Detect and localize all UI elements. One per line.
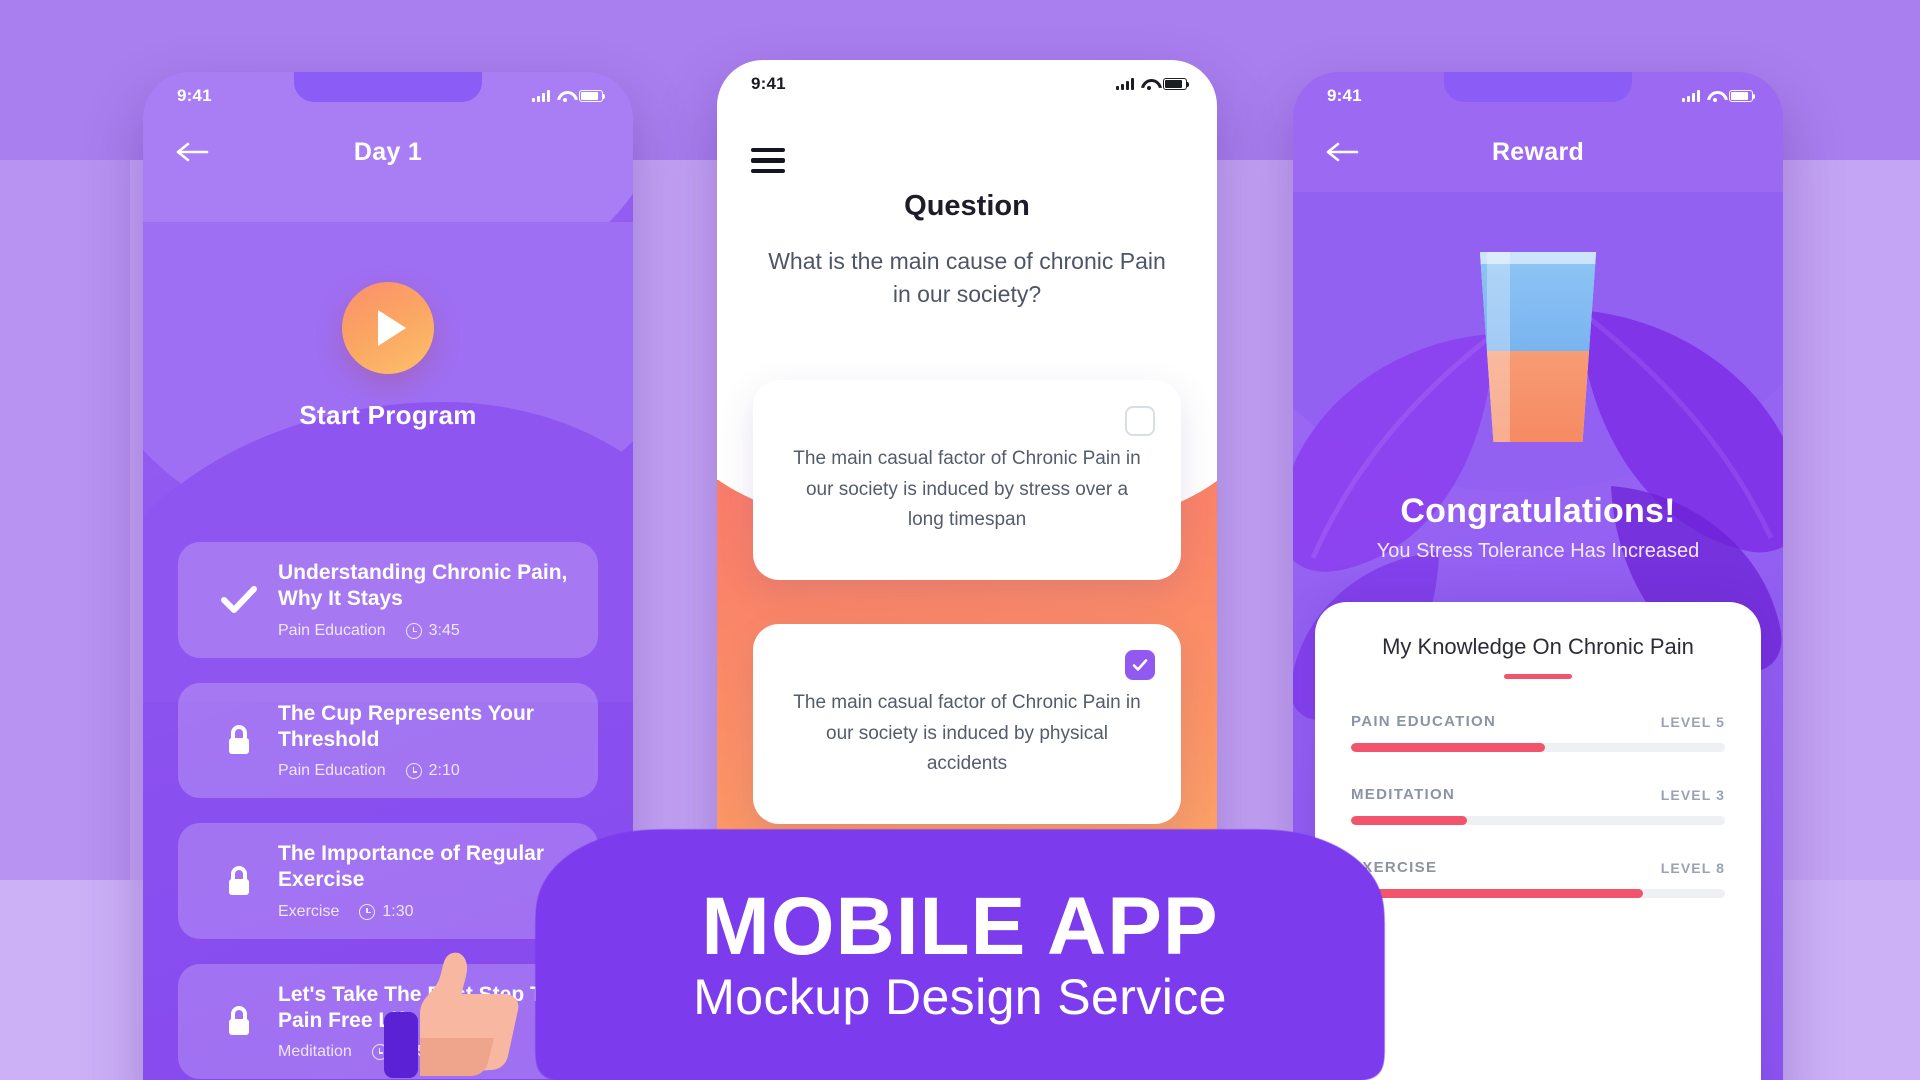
play-button[interactable] (342, 282, 434, 374)
skill-row: PAIN EDUCATION LEVEL 5 (1351, 713, 1725, 752)
skill-level: LEVEL 3 (1660, 786, 1725, 803)
skill-level: LEVEL 8 (1660, 859, 1725, 876)
answer-option[interactable]: The main casual factor of Chronic Pain i… (753, 624, 1181, 824)
progress-fill (1351, 816, 1467, 825)
lesson-duration: 2:10 (428, 762, 460, 779)
checkbox-unchecked-icon[interactable] (1125, 406, 1155, 436)
skill-header: MEDITATION LEVEL 3 (1351, 786, 1725, 803)
clock-icon (405, 622, 422, 639)
progress-fill (1351, 889, 1643, 898)
progress-fill (1351, 743, 1546, 752)
glass-shape (1479, 252, 1597, 442)
lesson-category: Pain Education (278, 762, 386, 779)
status-icons (532, 90, 606, 102)
mockup-presentation: 9:41 Day 1 Start Program Understanding C… (0, 0, 1920, 1080)
lesson-category: Exercise (278, 902, 340, 920)
status-time: 9:41 (1327, 86, 1362, 105)
signal-icon (1682, 90, 1700, 102)
check-icon (200, 585, 278, 615)
skill-level: LEVEL 5 (1660, 713, 1725, 730)
knowledge-card-title: My Knowledge On Chronic Pain (1382, 634, 1694, 659)
lock-icon (200, 864, 278, 898)
status-icons (1682, 90, 1756, 102)
skill-name: MEDITATION (1351, 786, 1456, 803)
reward-headline: Congratulations! (1400, 492, 1676, 530)
signal-icon (1116, 78, 1134, 90)
lesson-category: Pain Education (278, 621, 386, 639)
page-title: Question (904, 190, 1030, 222)
progress-track (1351, 743, 1725, 752)
signal-icon (532, 90, 550, 102)
list-item[interactable]: The Cup Represents Your Threshold Pain E… (178, 682, 598, 798)
battery-icon (1729, 90, 1756, 102)
arrow-left-icon[interactable] (175, 140, 209, 164)
answer-option[interactable]: The main casual factor of Chronic Pain i… (753, 380, 1181, 580)
glass-highlight (1486, 252, 1510, 442)
title-underline (1504, 674, 1572, 679)
status-bar: 9:41 (717, 60, 1217, 102)
arrow-left-icon[interactable] (1325, 140, 1359, 164)
answer-list: The main casual factor of Chronic Pain i… (753, 380, 1181, 868)
banner-title: MOBILE APP (701, 880, 1219, 972)
lock-icon (200, 1004, 278, 1038)
glass-of-water-icon (1293, 252, 1783, 442)
battery-icon (1163, 78, 1190, 90)
glass-rim (1479, 252, 1597, 264)
lesson-meta: Pain Education 2:10 (278, 762, 576, 780)
navigation-bar: Reward (1293, 120, 1783, 184)
checkbox-checked-icon[interactable] (1125, 650, 1155, 680)
lesson-duration-wrap: 1:30 (359, 902, 414, 921)
lesson-title: The Importance of Regular Exercise (278, 842, 545, 892)
start-program-label: Start Program (299, 400, 477, 430)
lesson-category: Meditation (278, 1043, 352, 1060)
status-time: 9:41 (751, 74, 786, 93)
wifi-icon (1707, 90, 1722, 102)
skill-header: EXERCISE LEVEL 8 (1351, 859, 1725, 876)
lesson-duration: 1:30 (382, 902, 414, 920)
skill-name: PAIN EDUCATION (1351, 713, 1497, 730)
status-bar: 9:41 (143, 72, 633, 114)
battery-icon (579, 90, 606, 102)
lesson-meta: Exercise 1:30 (278, 903, 576, 921)
lesson-body: Understanding Chronic Pain, Why It Stays… (278, 560, 576, 640)
page-title: Reward (1491, 137, 1585, 166)
progress-track (1351, 816, 1725, 825)
navigation-bar: Day 1 (143, 120, 633, 184)
background-band-left (0, 160, 130, 880)
wifi-icon (557, 90, 572, 102)
page-title: Day 1 (353, 137, 423, 166)
lesson-title: Understanding Chronic Pain, Why It Stays (278, 561, 568, 611)
lock-icon (200, 723, 278, 757)
progress-track (1351, 889, 1725, 898)
lesson-duration-wrap: 2:10 (405, 762, 460, 780)
answer-text: The main casual factor of Chronic Pain i… (793, 447, 1141, 531)
banner-content: MOBILE APP Mockup Design Service (536, 830, 1384, 1080)
status-bar: 9:41 (1293, 72, 1783, 114)
status-time: 9:41 (177, 86, 212, 105)
clock-icon (359, 903, 376, 920)
play-icon (377, 310, 406, 346)
promo-banner: MOBILE APP Mockup Design Service (536, 830, 1384, 1080)
lesson-body: The Cup Represents Your Threshold Pain E… (278, 701, 576, 781)
list-item[interactable]: The Importance of Regular Exercise Exerc… (178, 823, 598, 939)
lesson-meta: Pain Education 3:45 (278, 622, 576, 640)
answer-text: The main casual factor of Chronic Pain i… (793, 691, 1141, 775)
clock-icon (405, 763, 422, 779)
thumbs-up-illustration (384, 952, 519, 1078)
list-item[interactable]: Understanding Chronic Pain, Why It Stays… (178, 542, 598, 658)
lesson-duration: 3:45 (428, 621, 460, 639)
start-program-hero: Start Program (143, 282, 633, 431)
hamburger-menu-icon[interactable] (751, 148, 785, 174)
skill-header: PAIN EDUCATION LEVEL 5 (1351, 713, 1725, 730)
lesson-title: The Cup Represents Your Threshold (278, 701, 534, 751)
banner-subtitle: Mockup Design Service (693, 968, 1227, 1025)
skill-row: MEDITATION LEVEL 3 (1351, 786, 1725, 825)
reward-subheadline: You Stress Tolerance Has Increased (1376, 540, 1700, 562)
lesson-body: The Importance of Regular Exercise Exerc… (278, 841, 576, 921)
lesson-duration-wrap: 3:45 (405, 621, 460, 640)
status-icons (1116, 78, 1190, 90)
skill-row: EXERCISE LEVEL 8 (1351, 859, 1725, 898)
wifi-icon (1141, 78, 1156, 90)
question-text: What is the main cause of chronic Pain i… (768, 248, 1166, 307)
